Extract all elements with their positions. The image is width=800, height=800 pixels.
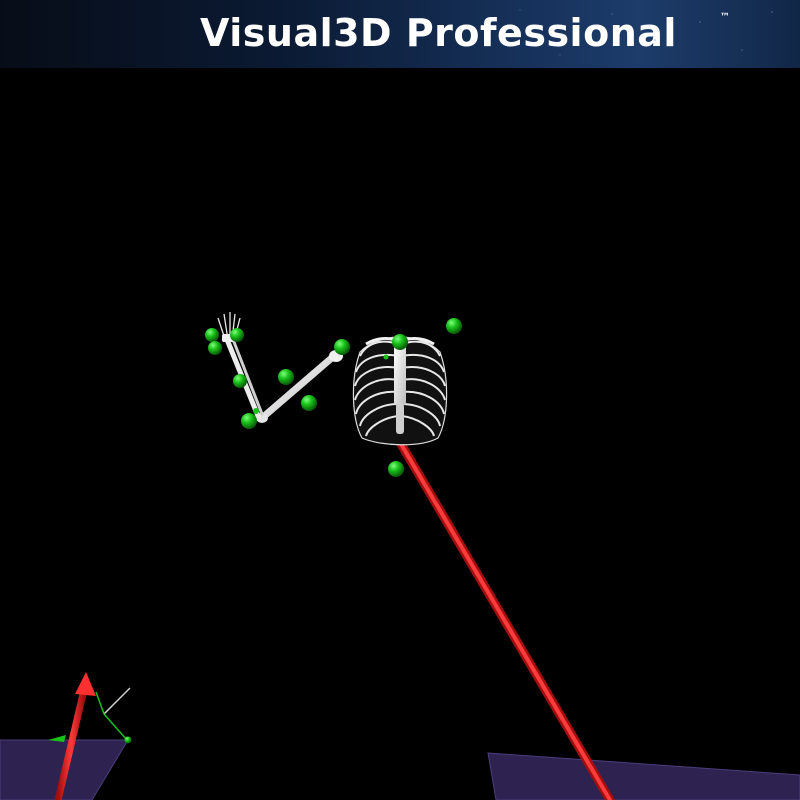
marker-hand-1	[205, 328, 219, 342]
marker-sternum	[392, 334, 408, 350]
app-title: Visual3D Professional	[200, 11, 677, 55]
axis-origin-marker	[124, 736, 132, 744]
ground-reaction-force-vector[interactable]	[378, 410, 615, 800]
axis-z-line	[103, 713, 128, 741]
marker-xiphoid	[388, 461, 404, 477]
marker-acromion	[446, 318, 462, 334]
marker-elbow	[241, 413, 257, 429]
marker-upper-arm-2	[301, 395, 317, 411]
trademark-symbol: ™	[720, 12, 730, 23]
marker-wrist	[208, 341, 222, 355]
lab-x-arrowhead	[75, 672, 96, 696]
upper-arm-bone[interactable]	[256, 350, 343, 423]
marker-hand-2	[230, 328, 244, 342]
axis-y-line	[103, 687, 131, 715]
lab-coordinate-axes	[48, 687, 132, 744]
force-plate-right[interactable]	[487, 752, 800, 800]
axis-w-line	[95, 691, 105, 715]
3d-viewport[interactable]: Visual3D Professional ™	[0, 0, 800, 800]
scene-canvas[interactable]	[0, 0, 800, 800]
marker-shoulder	[334, 339, 350, 355]
marker-forearm	[233, 374, 247, 388]
spine	[396, 404, 404, 434]
marker-small-1	[383, 354, 389, 360]
header-banner: Visual3D Professional ™	[0, 0, 800, 68]
sternum	[394, 344, 406, 406]
rib-cage-model[interactable]	[352, 336, 448, 446]
marker-upper-arm-1	[278, 369, 294, 385]
marker-small-2	[253, 408, 259, 414]
